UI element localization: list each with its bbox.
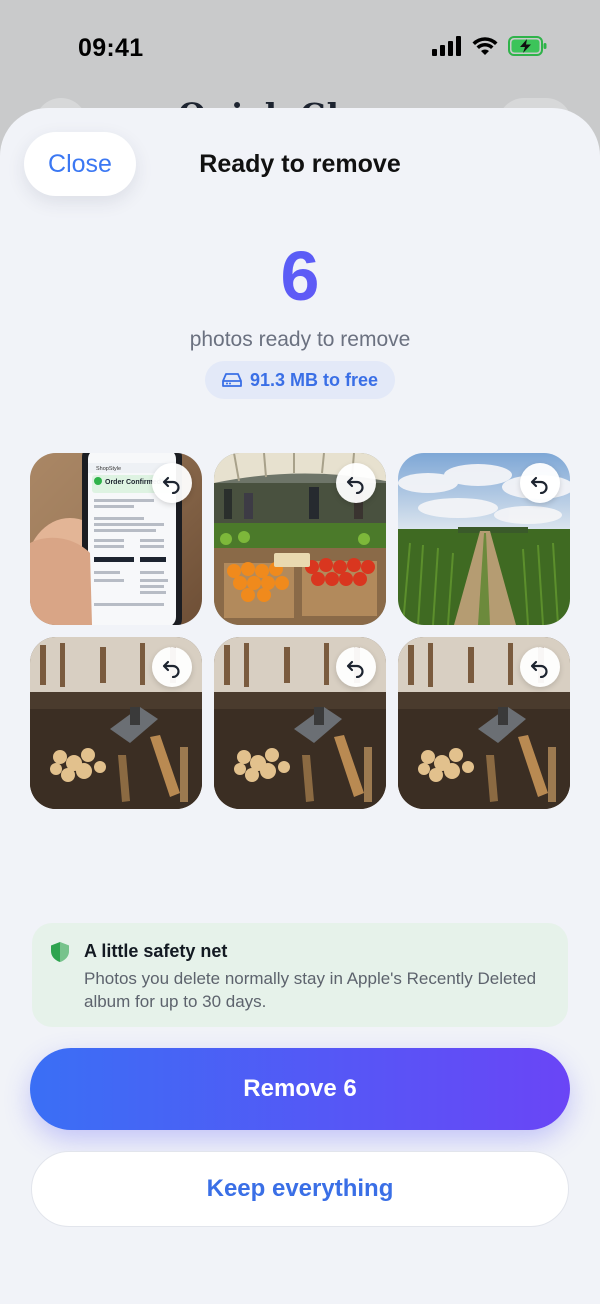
undo-button[interactable] bbox=[336, 463, 376, 503]
photo-tile[interactable]: Order Confirmed! ShopStyle bbox=[30, 453, 202, 625]
storage-drive-icon bbox=[222, 373, 242, 387]
photo-tile[interactable] bbox=[30, 637, 202, 809]
review-sheet: Close Ready to remove 6 photos ready to … bbox=[0, 108, 600, 1304]
status-bar: 09:41 bbox=[0, 0, 600, 100]
shield-icon bbox=[51, 942, 69, 962]
photo-tile[interactable] bbox=[398, 637, 570, 809]
photo-tile[interactable] bbox=[214, 453, 386, 625]
wifi-icon bbox=[472, 37, 498, 55]
safety-net-card: A little safety net Photos you delete no… bbox=[32, 923, 568, 1027]
photo-tile[interactable] bbox=[398, 453, 570, 625]
undo-button[interactable] bbox=[336, 647, 376, 687]
undo-arrow-icon bbox=[530, 476, 548, 494]
photo-count: 6 bbox=[0, 236, 600, 316]
undo-button[interactable] bbox=[152, 463, 192, 503]
sheet-title: Ready to remove bbox=[199, 150, 401, 178]
undo-arrow-icon bbox=[346, 476, 364, 494]
remove-button[interactable]: Remove 6 bbox=[30, 1048, 570, 1130]
undo-arrow-icon bbox=[162, 476, 180, 494]
photo-tile[interactable] bbox=[214, 637, 386, 809]
cellular-signal-icon bbox=[432, 36, 461, 56]
storage-freed-badge: 91.3 MB to free bbox=[205, 361, 395, 399]
undo-arrow-icon bbox=[530, 660, 548, 678]
status-time: 09:41 bbox=[78, 34, 144, 62]
receipt-brand: ShopStyle bbox=[96, 466, 121, 472]
undo-arrow-icon bbox=[346, 660, 364, 678]
undo-button[interactable] bbox=[520, 647, 560, 687]
undo-button[interactable] bbox=[152, 647, 192, 687]
safety-net-title: A little safety net bbox=[84, 941, 228, 961]
safety-net-body: Photos you delete normally stay in Apple… bbox=[84, 969, 537, 1011]
keep-everything-button[interactable]: Keep everything bbox=[31, 1151, 569, 1227]
storage-freed-text: 91.3 MB to free bbox=[249, 369, 379, 390]
undo-arrow-icon bbox=[162, 660, 180, 678]
status-icons bbox=[432, 36, 548, 56]
battery-charging-icon bbox=[508, 36, 547, 56]
count-subtitle: photos ready to remove bbox=[189, 328, 411, 351]
undo-button[interactable] bbox=[520, 463, 560, 503]
